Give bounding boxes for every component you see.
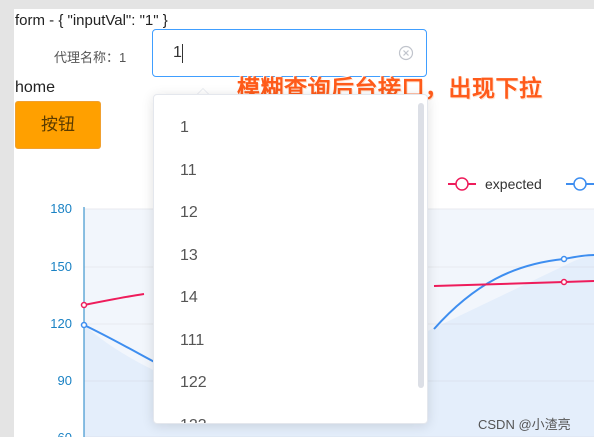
input-value: 1 (173, 44, 182, 61)
text-cursor (182, 44, 183, 63)
circle-close-icon[interactable] (398, 45, 414, 61)
dropdown-option[interactable]: 12 (154, 192, 427, 235)
legend-item-actual[interactable] (566, 177, 594, 191)
dropdown-option[interactable]: 1 (154, 107, 427, 150)
dropdown-option-list: 1 11 12 13 14 111 122 123 (154, 107, 427, 424)
legend-marker (455, 177, 469, 191)
legend-item-expected[interactable]: expected (448, 176, 542, 192)
expected-point (80, 301, 88, 309)
form-debug-text: form - { "inputVal": "1" } (15, 12, 168, 29)
dropdown-option[interactable]: 14 (154, 277, 427, 320)
expected-point (560, 278, 568, 286)
watermark: CSDN @小渣亮 (478, 417, 571, 432)
y-tick-label: 60 (58, 430, 72, 437)
y-tick-label: 120 (50, 316, 72, 331)
dropdown-option[interactable]: 111 (154, 320, 427, 363)
page: 180 150 120 90 60 expected form - { "inp… (14, 9, 594, 437)
dropdown-option[interactable]: 122 (154, 362, 427, 405)
action-button[interactable]: 按钮 (15, 101, 101, 149)
home-label: home (15, 79, 56, 96)
dropdown-option[interactable]: 13 (154, 235, 427, 278)
y-tick-label: 90 (58, 373, 72, 388)
dropdown-scrollbar[interactable] (418, 103, 424, 388)
legend-marker (573, 177, 587, 191)
legend-label: expected (485, 176, 542, 192)
y-tick-label: 180 (50, 201, 72, 216)
y-tick-label: 150 (50, 259, 72, 274)
agent-name-label: 代理名称：1 (54, 50, 127, 65)
dropdown-option[interactable]: 11 (154, 150, 427, 193)
autocomplete-dropdown[interactable]: 1 11 12 13 14 111 122 123 (153, 94, 428, 424)
actual-point (560, 255, 568, 263)
dropdown-option[interactable]: 123 (154, 405, 427, 424)
actual-point (80, 321, 88, 329)
